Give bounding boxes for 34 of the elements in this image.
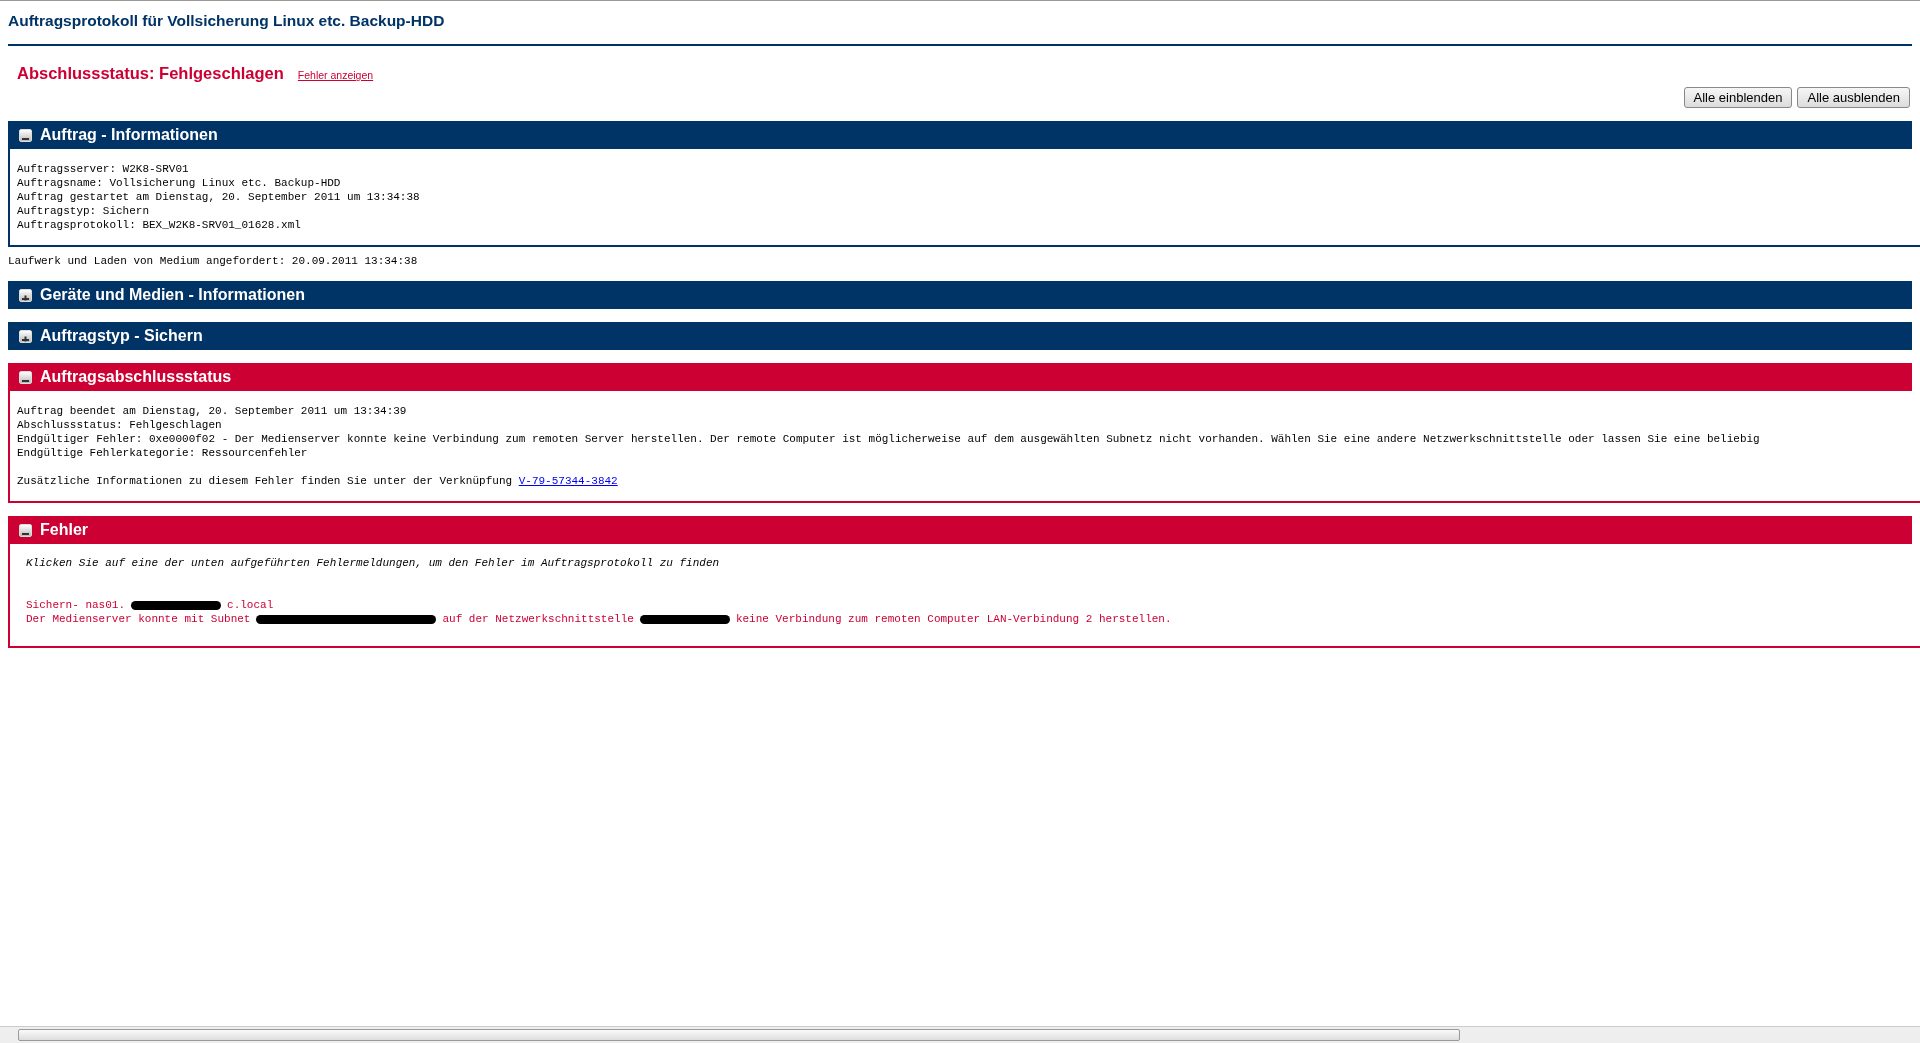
collapse-icon[interactable]	[19, 523, 32, 537]
log-line: Auftrag beendet am Dienstag, 20. September 2011 um 13:34:39	[17, 404, 407, 418]
error-message[interactable]: c.local	[227, 598, 274, 612]
log-line: Auftragsname: Vollsicherung Linux etc. Backup-HDD	[17, 176, 341, 190]
page-title: Auftragsprotokoll für Vollsicherung Linux etc. Backup-HDD	[8, 11, 445, 31]
log-line: Zusätzliche Informationen zu diesem Fehler finden Sie unter der Verknüpfung V-79-57344-3842	[17, 474, 618, 488]
section-header[interactable]: Geräte und Medien - Informationen	[8, 281, 1912, 309]
expand-icon[interactable]	[19, 288, 32, 302]
log-line: Auftragsserver: W2K8-SRV01	[17, 162, 189, 176]
toggle-all-button[interactable]: Alle einblenden	[1683, 87, 1793, 108]
log-line: Endgültiger Fehler: 0xe0000f02 - Der Medienserver konnte keine Verbindung zum remoten Server herstellen. Der remote Computer ist möglicherweise auf dem ausgewählten Subnetz nicht vorhanden. Wählen Sie eine andere Netzwerkschnittstelle oder lassen Sie eine beliebig	[17, 432, 1760, 446]
error-message[interactable]: keine Verbindung zum remoten Computer LAN-Verbindung 2 herstellen.	[735, 612, 1172, 626]
log-line: Auftragstyp: Sichern	[17, 204, 150, 218]
section-header[interactable]: Auftragsabschlussstatus	[8, 363, 1912, 391]
log-line: Laufwerk und Laden von Medium angefordert: 20.09.2011 13:34:38	[8, 255, 418, 267]
kb-link[interactable]: V-79-57344-3842	[518, 475, 618, 487]
log-line: Auftragsprotokoll: BEX_W2K8-SRV01_01628.xml	[17, 218, 301, 232]
show-errors-link[interactable]: Fehler anzeigen	[297, 69, 374, 81]
log-line: Auftrag gestartet am Dienstag, 20. September 2011 um 13:34:38	[17, 190, 420, 204]
log-line: Abschlussstatus: Fehlgeschlagen	[17, 418, 222, 432]
toggle-all-button[interactable]: Alle ausblenden	[1797, 87, 1910, 108]
expand-icon[interactable]	[19, 329, 32, 343]
collapse-icon[interactable]	[19, 370, 32, 384]
section-header[interactable]: Auftrag - Informationen	[8, 121, 1912, 149]
section-header[interactable]: Fehler	[8, 516, 1912, 544]
status-heading: Abschlussstatus: Fehlgeschlagen	[17, 64, 284, 83]
section-header[interactable]: Auftragstyp - Sichern	[8, 322, 1912, 350]
error-message[interactable]: Sichern- nas01.	[26, 598, 126, 612]
log-line: Endgültige Fehlerkategorie: Ressourcenfehler	[17, 446, 308, 460]
error-message[interactable]: Der Medienserver konnte mit Subnet	[26, 612, 251, 626]
collapse-icon[interactable]	[19, 128, 32, 142]
error-message[interactable]: auf der Netzwerkschnittstelle	[442, 612, 634, 626]
horizontal-scrollbar[interactable]	[0, 1026, 1920, 1043]
instruction-text: Klicken Sie auf eine der unten aufgeführten Fehlermeldungen, um den Fehler im Auftragsprotokoll zu finden	[25, 556, 721, 570]
